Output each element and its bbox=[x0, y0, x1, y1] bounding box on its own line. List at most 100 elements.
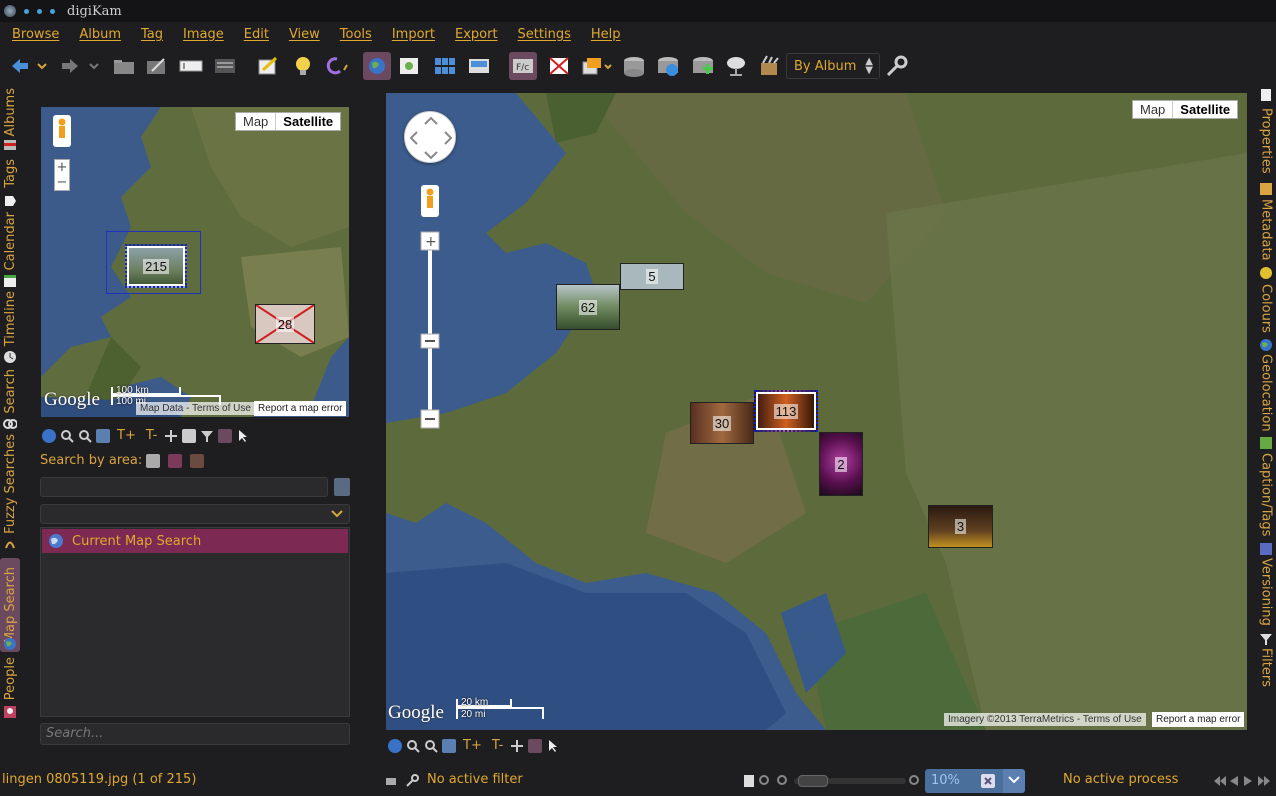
pointer-icon[interactable] bbox=[236, 429, 250, 443]
thumbnail-mode-icon[interactable] bbox=[442, 738, 456, 753]
zoom-slider[interactable]: + bbox=[420, 231, 440, 431]
clear-icon[interactable] bbox=[981, 774, 995, 788]
new-album-icon[interactable] bbox=[110, 52, 138, 80]
rename-icon[interactable] bbox=[177, 52, 205, 80]
tab-people[interactable]: People bbox=[0, 656, 20, 702]
thumb-size-increase-button[interactable]: T+ bbox=[460, 738, 485, 753]
tab-calendar[interactable]: Calendar bbox=[0, 210, 20, 272]
map-backend-icon[interactable] bbox=[388, 738, 402, 753]
main-map-report-error[interactable]: Report a map error bbox=[1152, 712, 1245, 727]
settings-icon[interactable] bbox=[882, 52, 910, 80]
navigation-arrows-icon[interactable] bbox=[1212, 774, 1272, 788]
window-dot-icon[interactable] bbox=[24, 8, 29, 14]
main-map-type-satellite[interactable]: Satellite bbox=[1172, 101, 1237, 118]
list-item-current-map-search[interactable]: Current Map Search bbox=[42, 529, 348, 553]
tab-properties[interactable]: Properties bbox=[1256, 102, 1276, 180]
tab-albums[interactable]: Albums bbox=[0, 88, 20, 136]
map-cluster[interactable]: 5 bbox=[620, 263, 684, 290]
filter-settings-icon[interactable] bbox=[405, 774, 419, 788]
search-area-clear-icon[interactable] bbox=[190, 454, 204, 468]
menu-import[interactable]: Import bbox=[392, 27, 435, 42]
search-input[interactable]: Search... bbox=[40, 723, 350, 745]
map-cluster[interactable]: 62 bbox=[556, 284, 620, 330]
zoom-in-icon[interactable] bbox=[60, 429, 74, 443]
select-region-icon[interactable] bbox=[182, 428, 197, 443]
tab-tags[interactable]: Tags bbox=[0, 154, 20, 192]
add-camera-icon[interactable] bbox=[689, 52, 717, 80]
menu-settings[interactable]: Settings bbox=[518, 27, 571, 42]
rotate-icon[interactable] bbox=[322, 52, 350, 80]
mini-map-cluster[interactable]: 215 bbox=[125, 244, 187, 288]
pointer-icon[interactable] bbox=[546, 739, 560, 753]
pan-control[interactable] bbox=[404, 111, 456, 163]
tab-caption-tags[interactable]: Caption/Tags bbox=[1256, 450, 1276, 540]
window-dot-icon[interactable] bbox=[50, 8, 55, 14]
zoom-out-icon[interactable] bbox=[78, 429, 92, 443]
batch-queue-icon[interactable] bbox=[580, 52, 614, 80]
tab-filters[interactable]: Filters bbox=[1256, 646, 1276, 688]
search-name-input[interactable] bbox=[40, 477, 328, 497]
tab-timeline[interactable]: Timeline bbox=[0, 290, 20, 348]
menu-image[interactable]: Image bbox=[183, 27, 224, 42]
menu-tag[interactable]: Tag bbox=[141, 27, 163, 42]
filter-icon[interactable] bbox=[200, 429, 214, 443]
zoom-in-icon[interactable] bbox=[406, 739, 420, 753]
zoom-fit-icon[interactable] bbox=[908, 774, 922, 788]
tab-colours[interactable]: Colours bbox=[1256, 280, 1276, 336]
zoom-slider-bar[interactable] bbox=[794, 775, 906, 787]
menu-browse[interactable]: Browse bbox=[12, 27, 59, 42]
window-dot-icon[interactable] bbox=[37, 8, 42, 14]
export-icon[interactable] bbox=[654, 52, 682, 80]
page-icon[interactable] bbox=[742, 774, 756, 788]
tab-geolocation[interactable]: Geolocation bbox=[1256, 352, 1276, 434]
preview-icon[interactable] bbox=[395, 52, 423, 80]
fullscreen-icon[interactable]: F/c bbox=[509, 52, 537, 80]
back-arrow-icon[interactable] bbox=[6, 52, 34, 80]
menu-tools[interactable]: Tools bbox=[340, 27, 372, 42]
mini-map-zoom-in-button[interactable]: + bbox=[55, 160, 69, 175]
remove-filter-icon[interactable] bbox=[218, 428, 233, 443]
forward-arrow-icon[interactable] bbox=[56, 52, 84, 80]
zoom-out-small-icon[interactable] bbox=[758, 774, 772, 788]
map-cluster[interactable]: 2 bbox=[819, 432, 863, 496]
back-dropdown-icon[interactable] bbox=[32, 52, 52, 80]
mini-map[interactable]: Map Satellite + − 215 28 Google 100 km 1… bbox=[41, 107, 349, 417]
menu-view[interactable]: View bbox=[289, 27, 320, 42]
table-view-icon[interactable] bbox=[465, 52, 493, 80]
edit-album-icon[interactable] bbox=[143, 52, 171, 80]
search-filter-dropdown[interactable] bbox=[40, 504, 350, 524]
slideshow-icon[interactable] bbox=[545, 52, 573, 80]
tab-metadata[interactable]: Metadata bbox=[1256, 196, 1276, 264]
mini-map-report-error[interactable]: Report a map error bbox=[254, 401, 347, 416]
network-icon[interactable] bbox=[722, 52, 750, 80]
import-icon[interactable] bbox=[620, 52, 648, 80]
mini-map-type-satellite[interactable]: Satellite bbox=[275, 113, 340, 130]
thumb-size-increase-button[interactable]: T+ bbox=[114, 428, 139, 443]
mini-map-type-map[interactable]: Map bbox=[236, 113, 275, 130]
main-map[interactable]: Map Satellite + 5 62 30 113 2 3 Google 2… bbox=[386, 93, 1247, 730]
search-area-rectangle-icon[interactable] bbox=[146, 454, 160, 468]
map-cluster[interactable]: 30 bbox=[690, 402, 754, 444]
map-backend-icon[interactable] bbox=[42, 428, 56, 443]
forward-dropdown-icon[interactable] bbox=[84, 52, 104, 80]
pegman-icon[interactable] bbox=[421, 185, 439, 217]
pan-icon[interactable] bbox=[164, 429, 178, 443]
mini-map-zoom-out-button[interactable]: − bbox=[55, 175, 69, 190]
app-icon[interactable] bbox=[4, 5, 16, 17]
zoom-level-input[interactable]: 10% bbox=[925, 769, 1003, 793]
menu-help[interactable]: Help bbox=[591, 27, 621, 42]
sort-by-combo[interactable]: By Album ▲ ▼ bbox=[786, 53, 880, 79]
thumbnail-mode-icon[interactable] bbox=[96, 428, 110, 443]
properties-icon[interactable] bbox=[211, 52, 239, 80]
print-icon[interactable] bbox=[384, 774, 398, 788]
map-cluster[interactable]: 113 bbox=[754, 390, 818, 432]
main-map-type-map[interactable]: Map bbox=[1133, 101, 1172, 118]
search-area-pointer-icon[interactable] bbox=[168, 454, 182, 468]
main-map-attribution[interactable]: Imagery ©2013 TerraMetrics - Terms of Us… bbox=[944, 713, 1146, 726]
save-search-icon[interactable] bbox=[334, 478, 350, 496]
thumb-size-decrease-button[interactable]: T- bbox=[143, 428, 160, 443]
thumbnail-view-icon[interactable] bbox=[431, 52, 459, 80]
zoom-level-dropdown[interactable] bbox=[1003, 769, 1025, 793]
tab-versioning[interactable]: Versioning bbox=[1256, 556, 1276, 628]
zoom-slider-handle[interactable] bbox=[798, 775, 828, 787]
